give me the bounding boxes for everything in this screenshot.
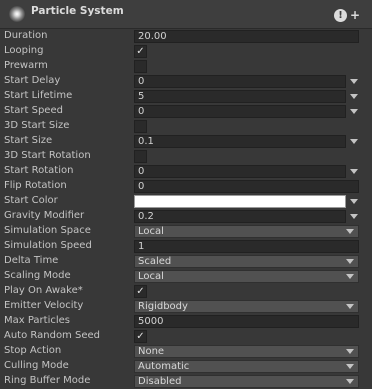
row-3d-start-rotation: 3D Start Rotation — [0, 149, 372, 164]
help-icon[interactable]: ! — [334, 9, 347, 22]
stop-action-value: None — [138, 346, 165, 357]
start-rotation-label: Start Rotation — [4, 165, 74, 176]
row-looping: Looping ✓ — [0, 44, 372, 59]
culling-mode-label: Culling Mode — [4, 360, 69, 371]
ring-buffer-mode-dropdown[interactable]: Disabled — [134, 375, 359, 388]
duration-label: Duration — [4, 30, 48, 41]
row-emitter-velocity: Emitter Velocity Rigidbody — [0, 299, 372, 314]
row-gravity-modifier: Gravity Modifier 0.2 — [0, 209, 372, 224]
start-color-label: Start Color — [4, 195, 58, 206]
row-max-particles: Max Particles 5000 — [0, 314, 372, 329]
row-flip-rotation: Flip Rotation 0 — [0, 179, 372, 194]
gravity-modifier-field[interactable]: 0.2 — [134, 210, 346, 223]
3d-start-size-label: 3D Start Size — [4, 120, 70, 131]
scaling-mode-label: Scaling Mode — [4, 270, 71, 281]
chevron-down-icon[interactable] — [350, 214, 358, 219]
chevron-down-icon — [346, 304, 354, 309]
delta-time-dropdown[interactable]: Scaled — [134, 255, 359, 268]
row-stop-action: Stop Action None — [0, 344, 372, 359]
delta-time-label: Delta Time — [4, 255, 59, 266]
row-ring-buffer-mode: Ring Buffer Mode Disabled — [0, 374, 372, 389]
row-delta-time: Delta Time Scaled — [0, 254, 372, 269]
simulation-space-dropdown[interactable]: Local — [134, 225, 359, 238]
culling-mode-value: Automatic — [138, 361, 190, 372]
row-culling-mode: Culling Mode Automatic — [0, 359, 372, 374]
auto-random-seed-label: Auto Random Seed — [4, 330, 100, 341]
start-size-field[interactable]: 0.1 — [134, 135, 346, 148]
row-start-delay: Start Delay 0 — [0, 74, 372, 89]
row-start-color: Start Color — [0, 194, 372, 209]
scaling-mode-dropdown[interactable]: Local — [134, 270, 359, 283]
auto-random-seed-checkbox[interactable]: ✓ — [134, 330, 147, 343]
row-start-speed: Start Speed 0 — [0, 104, 372, 119]
max-particles-field[interactable]: 5000 — [134, 315, 359, 328]
start-delay-label: Start Delay — [4, 75, 61, 86]
simulation-speed-label: Simulation Speed — [4, 240, 92, 251]
start-delay-field[interactable]: 0 — [134, 75, 346, 88]
play-on-awake-checkbox[interactable]: ✓ — [134, 285, 147, 298]
simulation-space-value: Local — [138, 226, 164, 237]
chevron-down-icon — [346, 274, 354, 279]
scaling-mode-value: Local — [138, 271, 164, 282]
row-start-lifetime: Start Lifetime 5 — [0, 89, 372, 104]
chevron-down-icon — [346, 364, 354, 369]
play-on-awake-label: Play On Awake* — [4, 285, 83, 296]
start-speed-label: Start Speed — [4, 105, 63, 116]
3d-start-rotation-checkbox[interactable] — [134, 150, 147, 163]
delta-time-value: Scaled — [138, 256, 172, 267]
emitter-velocity-value: Rigidbody — [138, 301, 188, 312]
chevron-down-icon — [346, 229, 354, 234]
particle-system-icon — [9, 6, 25, 22]
row-prewarm: Prewarm — [0, 59, 372, 74]
row-auto-random-seed: Auto Random Seed ✓ — [0, 329, 372, 344]
row-duration: Duration 20.00 — [0, 29, 372, 44]
emitter-velocity-label: Emitter Velocity — [4, 300, 84, 311]
start-lifetime-label: Start Lifetime — [4, 90, 73, 101]
chevron-down-icon — [346, 349, 354, 354]
row-simulation-space: Simulation Space Local — [0, 224, 372, 239]
start-size-label: Start Size — [4, 135, 53, 146]
chevron-down-icon — [346, 379, 354, 384]
row-simulation-speed: Simulation Speed 1 — [0, 239, 372, 254]
component-title: Particle System — [31, 5, 124, 17]
chevron-down-icon[interactable] — [350, 169, 358, 174]
start-rotation-field[interactable]: 0 — [134, 165, 346, 178]
stop-action-dropdown[interactable]: None — [134, 345, 359, 358]
looping-checkbox[interactable]: ✓ — [134, 45, 147, 58]
start-color-swatch[interactable] — [134, 195, 346, 208]
row-3d-start-size: 3D Start Size — [0, 119, 372, 134]
row-start-size: Start Size 0.1 — [0, 134, 372, 149]
looping-label: Looping — [4, 45, 44, 56]
row-play-on-awake: Play On Awake* ✓ — [0, 284, 372, 299]
chevron-down-icon[interactable] — [350, 139, 358, 144]
chevron-down-icon[interactable] — [350, 109, 358, 114]
culling-mode-dropdown[interactable]: Automatic — [134, 360, 359, 373]
flip-rotation-label: Flip Rotation — [4, 180, 67, 191]
prewarm-checkbox[interactable] — [134, 60, 147, 73]
simulation-speed-field[interactable]: 1 — [134, 240, 359, 253]
chevron-down-icon[interactable] — [350, 79, 358, 84]
chevron-down-icon[interactable] — [350, 199, 358, 204]
ring-buffer-mode-label: Ring Buffer Mode — [4, 375, 91, 386]
3d-start-rotation-label: 3D Start Rotation — [4, 150, 91, 161]
start-lifetime-field[interactable]: 5 — [134, 90, 346, 103]
chevron-down-icon[interactable] — [350, 94, 358, 99]
stop-action-label: Stop Action — [4, 345, 62, 356]
gravity-modifier-label: Gravity Modifier — [4, 210, 85, 221]
flip-rotation-field[interactable]: 0 — [134, 180, 359, 193]
emitter-velocity-dropdown[interactable]: Rigidbody — [134, 300, 359, 313]
prewarm-label: Prewarm — [4, 60, 48, 71]
component-header[interactable]: Particle System ! + — [0, 0, 372, 29]
duration-field[interactable]: 20.00 — [134, 30, 359, 43]
start-speed-field[interactable]: 0 — [134, 105, 346, 118]
add-override-icon[interactable]: + — [350, 8, 360, 22]
row-scaling-mode: Scaling Mode Local — [0, 269, 372, 284]
row-start-rotation: Start Rotation 0 — [0, 164, 372, 179]
ring-buffer-mode-value: Disabled — [138, 376, 182, 387]
max-particles-label: Max Particles — [4, 315, 71, 326]
simulation-space-label: Simulation Space — [4, 225, 91, 236]
chevron-down-icon — [346, 259, 354, 264]
3d-start-size-checkbox[interactable] — [134, 120, 147, 133]
